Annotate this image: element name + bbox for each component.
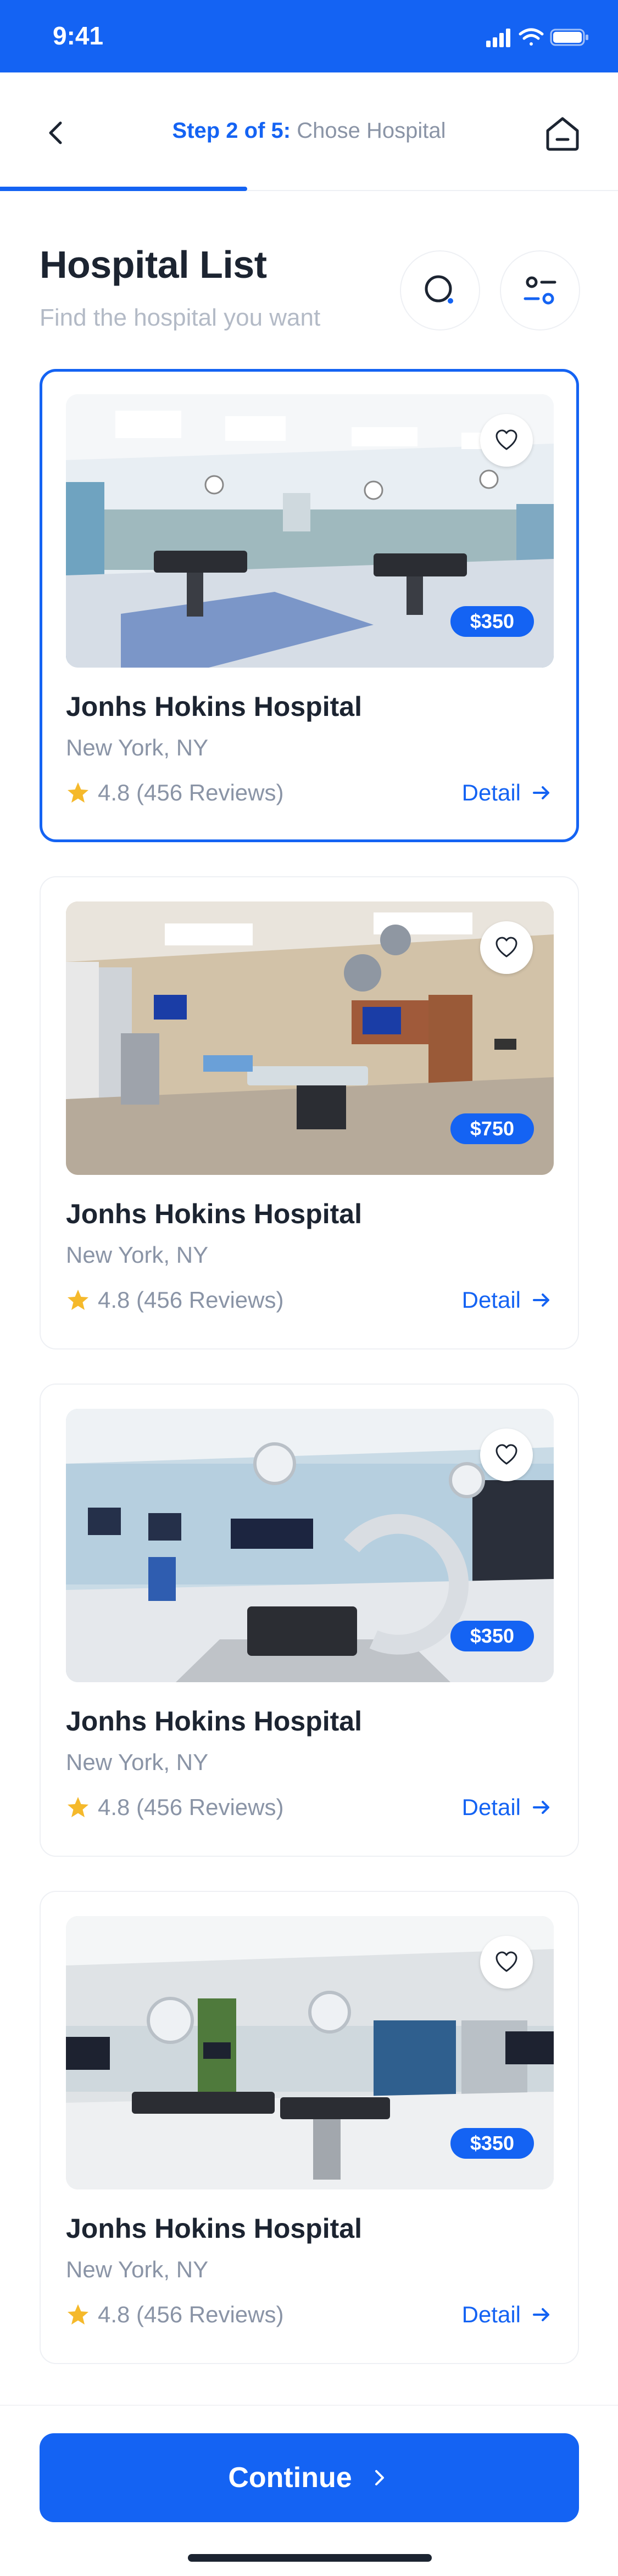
hospital-image: $350: [66, 394, 554, 668]
hospital-card[interactable]: $350 Jonhs Hokins Hospital New York, NY …: [40, 1891, 579, 2364]
rating-text: 4.8 (456 Reviews): [98, 2301, 284, 2327]
home-indicator: [188, 2554, 432, 2562]
favorite-button[interactable]: [480, 414, 533, 467]
star-icon: [68, 1290, 88, 1310]
star-icon: [68, 2304, 88, 2325]
hospital-rating: 4.8 (456 Reviews): [66, 780, 283, 806]
step-name: Chose Hospital: [297, 119, 446, 143]
detail-link[interactable]: Detail: [462, 1287, 553, 1313]
wifi-icon: [519, 28, 544, 46]
page-title: Hospital List: [40, 243, 267, 286]
hospital-card[interactable]: $350 Jonhs Hokins Hospital New York, NY …: [40, 369, 579, 842]
chevron-right-icon: [375, 2470, 384, 2485]
header: Step 2 of 5: Chose Hospital: [0, 72, 618, 191]
detail-link[interactable]: Detail: [462, 2301, 553, 2328]
hospital-rating: 4.8 (456 Reviews): [66, 1287, 283, 1313]
price-badge: $350: [450, 606, 534, 637]
page-subtitle: Find the hospital you want: [40, 304, 321, 331]
hospital-image: $350: [66, 1916, 554, 2189]
arrow-right-icon: [533, 1293, 549, 1307]
step-prefix: Step 2 of 5:: [172, 119, 291, 143]
hospital-name: Jonhs Hokins Hospital: [66, 2213, 362, 2244]
hospital-card[interactable]: $750 Jonhs Hokins Hospital New York, NY …: [40, 876, 579, 1349]
arrow-right-icon: [533, 786, 549, 799]
progress-bar: [0, 187, 247, 191]
heart-icon: [495, 937, 517, 957]
rating-text: 4.8 (456 Reviews): [98, 780, 284, 805]
hospital-location: New York, NY: [66, 735, 209, 760]
filter-icon: [524, 276, 556, 305]
hospital-location: New York, NY: [66, 1749, 209, 1775]
hospital-image: $350: [66, 1409, 554, 1682]
favorite-button[interactable]: [480, 921, 533, 974]
hospital-rating: 4.8 (456 Reviews): [66, 1794, 283, 1821]
status-bar: 9:41: [0, 0, 618, 72]
footer: Continue: [0, 2405, 618, 2576]
signal-icon: [486, 29, 510, 47]
detail-link[interactable]: Detail: [462, 1794, 553, 1821]
hospital-card[interactable]: $350 Jonhs Hokins Hospital New York, NY …: [40, 1384, 579, 1857]
price-badge: $350: [450, 2128, 534, 2159]
heart-icon: [495, 1951, 517, 1972]
hospital-rating: 4.8 (456 Reviews): [66, 2301, 283, 2328]
hospital-name: Jonhs Hokins Hospital: [66, 1706, 362, 1737]
search-icon: [425, 275, 453, 304]
rating-text: 4.8 (456 Reviews): [98, 1287, 284, 1313]
arrow-right-icon: [533, 1801, 549, 1814]
star-icon: [68, 782, 88, 803]
detail-label: Detail: [461, 2301, 521, 2327]
price-badge: $350: [450, 1621, 534, 1651]
favorite-button[interactable]: [480, 1936, 533, 1989]
favorite-button[interactable]: [480, 1429, 533, 1481]
status-icons: [486, 28, 588, 47]
hospital-location: New York, NY: [66, 2256, 209, 2282]
rating-text: 4.8 (456 Reviews): [98, 1794, 284, 1820]
star-icon: [68, 1797, 88, 1817]
detail-link[interactable]: Detail: [462, 780, 553, 806]
battery-icon: [550, 29, 588, 46]
heart-icon: [495, 429, 517, 450]
price-badge: $750: [450, 1113, 534, 1144]
hospital-name: Jonhs Hokins Hospital: [66, 1199, 362, 1229]
home-icon[interactable]: [543, 114, 582, 153]
heart-icon: [495, 1444, 517, 1465]
detail-label: Detail: [461, 780, 521, 805]
hospital-name: Jonhs Hokins Hospital: [66, 691, 362, 722]
status-time: 9:41: [53, 21, 104, 50]
detail-label: Detail: [461, 1794, 521, 1820]
continue-button[interactable]: Continue: [40, 2433, 579, 2522]
filter-button[interactable]: [500, 250, 580, 331]
detail-label: Detail: [461, 1287, 521, 1313]
hospital-image: $750: [66, 901, 554, 1175]
search-button[interactable]: [400, 250, 480, 331]
hospital-location: New York, NY: [66, 1242, 209, 1268]
step-indicator: Step 2 of 5: Chose Hospital: [0, 119, 618, 143]
continue-label: Continue: [228, 2462, 352, 2494]
arrow-right-icon: [533, 2308, 549, 2321]
